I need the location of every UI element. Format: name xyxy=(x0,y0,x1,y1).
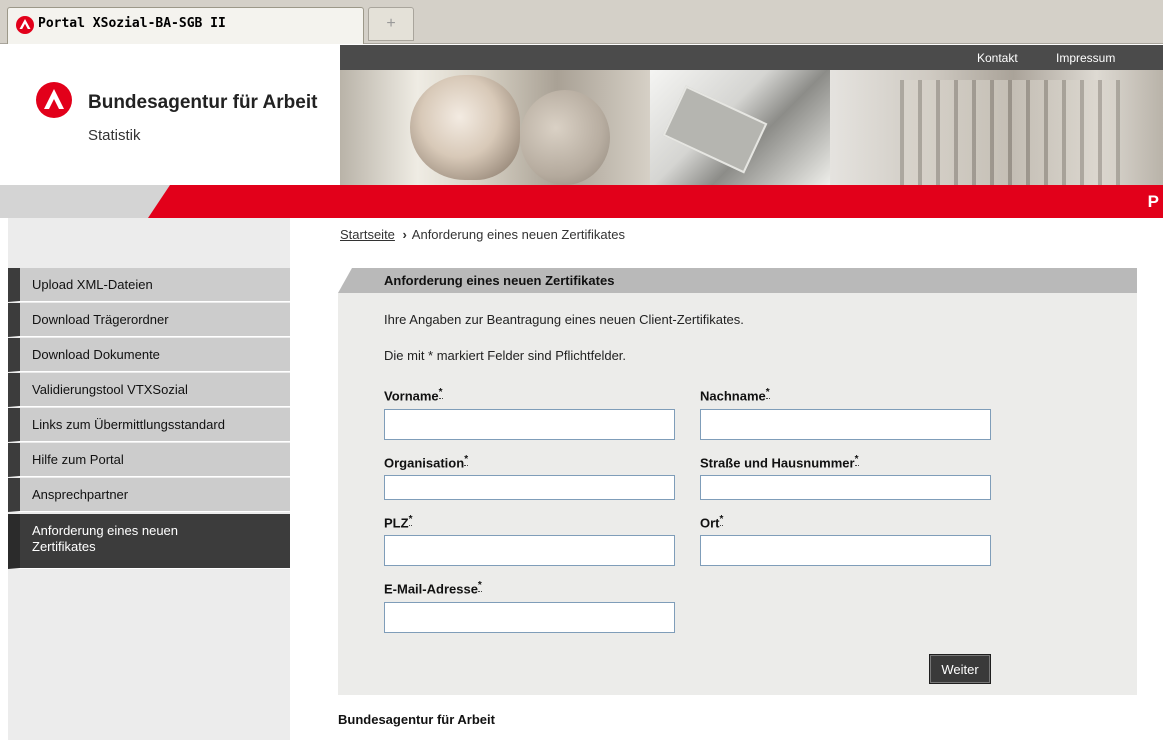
form-intro-text: Ihre Angaben zur Beantragung eines neuen… xyxy=(384,312,744,327)
nachname-label-text: Nachname xyxy=(700,388,766,404)
strasse-label: Straße und Hausnummer* xyxy=(700,454,859,470)
sidebar-item-download-dokumente[interactable]: Download Dokumente xyxy=(8,338,290,372)
org-name: Bundesagentur für Arbeit xyxy=(88,92,318,113)
sidebar: Upload XML-Dateien Download Trägerordner… xyxy=(8,218,290,740)
breadcrumb-current: Anforderung eines neuen Zertifikates xyxy=(411,227,625,242)
sidebar-item-zertifikat-active[interactable]: Anforderung eines neuen Zertifikates xyxy=(8,514,290,569)
header-banner-image xyxy=(340,70,1163,185)
ort-input[interactable] xyxy=(700,535,991,566)
browser-tab-title: Portal XSozial-BA-SGB II xyxy=(38,16,226,31)
breadcrumb-home-link[interactable]: Startseite xyxy=(340,227,395,242)
banner-building-shape xyxy=(900,80,1120,185)
sidebar-item-validierungstool[interactable]: Validierungstool VTXSozial xyxy=(8,373,290,407)
email-input[interactable] xyxy=(384,602,675,633)
red-band-letter: P xyxy=(1147,192,1159,211)
required-marker: * xyxy=(765,387,770,399)
strasse-input[interactable] xyxy=(700,475,991,500)
plz-input[interactable] xyxy=(384,535,675,566)
strasse-label-text: Straße und Hausnummer xyxy=(700,455,855,471)
sidebar-item-download-traegerordner[interactable]: Download Trägerordner xyxy=(8,303,290,337)
banner-face-secondary xyxy=(520,90,610,185)
org-subtitle: Statistik xyxy=(88,127,141,144)
sidebar-item-upload-xml[interactable]: Upload XML-Dateien xyxy=(8,268,290,302)
email-label: E-Mail-Adresse* xyxy=(384,580,482,596)
nachname-label: Nachname* xyxy=(700,387,770,403)
sidebar-item-ansprechpartner[interactable]: Ansprechpartner xyxy=(8,478,290,512)
sidebar-item-hilfe[interactable]: Hilfe zum Portal xyxy=(8,443,290,477)
certificate-form-panel: Anforderung eines neuen Zertifikates Ihr… xyxy=(338,268,1137,695)
panel-header: Anforderung eines neuen Zertifikates xyxy=(338,268,1137,293)
red-accent-band: P xyxy=(0,185,1163,218)
browser-tab[interactable]: Portal XSozial-BA-SGB II xyxy=(7,7,364,44)
sidebar-item-label: Anforderung eines neuen Zertifikates xyxy=(32,523,179,554)
email-label-text: E-Mail-Adresse xyxy=(384,581,478,597)
plz-label-text: PLZ xyxy=(384,515,409,531)
panel-header-notch xyxy=(338,268,352,293)
required-marker: * xyxy=(854,454,859,466)
plz-label: PLZ* xyxy=(384,514,413,531)
vorname-input[interactable] xyxy=(384,409,675,440)
ort-label-text: Ort xyxy=(700,515,720,531)
weiter-button[interactable]: Weiter xyxy=(929,654,991,684)
organisation-label-text: Organisation xyxy=(384,455,465,471)
kontakt-link[interactable]: Kontakt xyxy=(977,51,1018,65)
ba-logo-icon[interactable] xyxy=(36,82,72,118)
breadcrumb-separator: › xyxy=(402,227,407,242)
top-navigation: Kontakt Impressum xyxy=(340,45,1163,70)
required-marker: * xyxy=(438,387,443,399)
vorname-label: Vorname* xyxy=(384,387,443,403)
ort-label: Ort* xyxy=(700,514,724,531)
ba-favicon-icon xyxy=(16,16,34,34)
red-band-grey-left xyxy=(0,185,148,218)
impressum-link[interactable]: Impressum xyxy=(1056,51,1115,65)
banner-face xyxy=(410,75,520,180)
organisation-input[interactable] xyxy=(384,475,675,500)
required-fields-note: Die mit * markiert Felder sind Pflichtfe… xyxy=(384,348,627,363)
organisation-label: Organisation* xyxy=(384,454,469,471)
new-tab-button[interactable]: + xyxy=(368,7,414,41)
footer-org-name: Bundesagentur für Arbeit xyxy=(338,712,495,727)
breadcrumb: Startseite › Anforderung eines neuen Zer… xyxy=(340,227,625,242)
browser-tab-bar: Portal XSozial-BA-SGB II + xyxy=(0,0,1163,44)
required-marker: * xyxy=(477,580,482,592)
panel-title: Anforderung eines neuen Zertifikates xyxy=(384,273,615,288)
required-marker: * xyxy=(408,514,413,526)
required-marker: * xyxy=(464,454,469,466)
red-band-slant xyxy=(148,185,170,218)
required-marker: * xyxy=(719,514,724,526)
nachname-input[interactable] xyxy=(700,409,991,440)
sidebar-item-links-standard[interactable]: Links zum Übermittlungsstandard xyxy=(8,408,290,442)
vorname-label-text: Vorname xyxy=(384,388,439,404)
